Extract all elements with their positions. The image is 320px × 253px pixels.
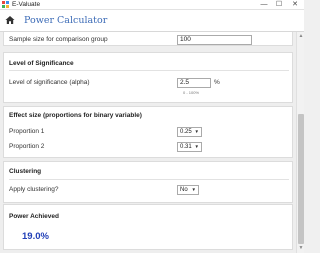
maximize-button[interactable]: ☐: [273, 0, 285, 10]
chevron-down-icon: ▼: [194, 144, 199, 149]
proportion2-value: 0.31: [180, 144, 192, 150]
significance-label: Level of significance (alpha): [9, 79, 90, 86]
clustering-title: Clustering: [9, 168, 42, 175]
proportion2-select[interactable]: 0.31 ▼: [177, 142, 202, 152]
effect-size-title: Effect size (proportions for binary vari…: [9, 112, 142, 119]
effect-size-card: Effect size (proportions for binary vari…: [3, 106, 293, 158]
sample-size-card: Sample size for comparison group 100: [3, 32, 293, 46]
chevron-down-icon: ▼: [194, 129, 199, 134]
clustering-card: Clustering Apply clustering? No ▼: [3, 161, 293, 203]
significance-title: Level of Significance: [9, 60, 74, 67]
clustering-select[interactable]: No ▼: [177, 185, 199, 195]
clustering-divider: [9, 179, 289, 180]
proportion1-select[interactable]: 0.25 ▼: [177, 127, 202, 137]
clustering-value: No: [180, 187, 188, 193]
app-icon: [2, 1, 10, 9]
chevron-down-icon: ▼: [191, 187, 196, 192]
sample-size-input[interactable]: 100: [177, 35, 252, 45]
power-value: 19.0%: [22, 231, 49, 242]
proportion1-label: Proportion 1: [9, 128, 45, 135]
home-icon[interactable]: [5, 15, 15, 25]
scroll-down-icon[interactable]: ▼: [298, 245, 304, 251]
minimize-button[interactable]: —: [258, 0, 270, 10]
window-titlebar: E-Valuate — ☐ ✕: [0, 0, 304, 10]
clustering-label: Apply clustering?: [9, 186, 59, 193]
proportion1-value: 0.25: [180, 129, 192, 135]
significance-divider: [9, 70, 289, 71]
power-card: Power Achieved 19.0%: [3, 204, 293, 250]
alpha-unit: %: [214, 79, 220, 86]
alpha-input[interactable]: 2.5: [177, 78, 211, 88]
power-title: Power Achieved: [9, 213, 59, 220]
alpha-hint: 0 - 100%: [183, 90, 200, 95]
app-header: Power Calculator: [0, 10, 304, 32]
proportion2-label: Proportion 2: [9, 143, 45, 150]
main-content: Sample size for comparison group 100 Lev…: [0, 32, 296, 253]
close-button[interactable]: ✕: [289, 0, 301, 10]
significance-card: Level of Significance Level of significa…: [3, 52, 293, 103]
scrollbar-thumb[interactable]: [298, 114, 304, 244]
vertical-scrollbar[interactable]: ▲ ▼: [296, 32, 304, 253]
scroll-up-icon[interactable]: ▲: [298, 33, 304, 39]
sample-size-label: Sample size for comparison group: [9, 36, 108, 43]
window-title: E-Valuate: [12, 1, 41, 8]
app-name: Power Calculator: [24, 15, 108, 26]
